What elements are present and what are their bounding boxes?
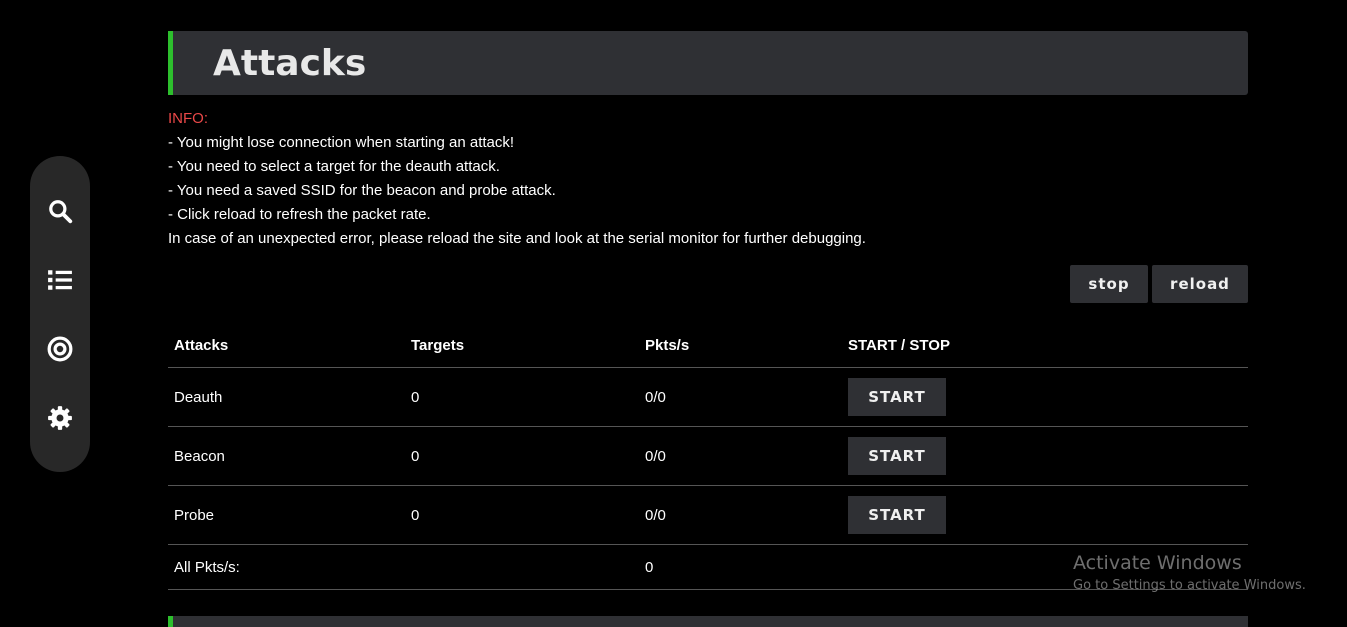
info-section: INFO: - You might lose connection when s… — [168, 107, 1248, 251]
attack-name: Beacon — [168, 426, 405, 486]
attack-name: Deauth — [168, 367, 405, 427]
info-line: - Click reload to refresh the packet rat… — [168, 206, 431, 223]
table-row-beacon: Beacon 0 0/0 START — [168, 426, 1248, 486]
column-header-pkts: Pkts/s — [639, 323, 842, 368]
total-label: All Pkts/s: — [168, 544, 405, 590]
target-icon — [47, 336, 73, 361]
control-buttons: stop reload — [168, 265, 1248, 303]
attack-action-cell: START — [842, 367, 1248, 427]
gear-icon — [48, 405, 72, 430]
attack-action-cell: START — [842, 426, 1248, 486]
watermark-title: Activate Windows — [1073, 552, 1242, 574]
activate-windows-watermark: Activate Windows Go to Settings to activ… — [1073, 552, 1306, 593]
watermark-subtitle: Go to Settings to activate Windows. — [1073, 578, 1306, 593]
attack-action-cell: START — [842, 485, 1248, 545]
sidebar-item-ssids[interactable] — [42, 262, 78, 298]
sidebar-item-attacks[interactable] — [42, 331, 78, 367]
table-header-row: Attacks Targets Pkts/s START / STOP — [168, 323, 1248, 368]
info-line: In case of an unexpected error, please r… — [168, 230, 866, 247]
attack-pkts: 0/0 — [639, 367, 842, 427]
info-line: - You need to select a target for the de… — [168, 158, 500, 175]
deauth-start-button[interactable]: START — [848, 378, 946, 416]
info-title: INFO: — [168, 110, 208, 127]
beacon-start-button[interactable]: START — [848, 437, 946, 475]
attack-pkts: 0/0 — [639, 485, 842, 545]
page-title: Attacks — [213, 42, 367, 84]
attack-targets: 0 — [405, 367, 639, 427]
attack-targets: 0 — [405, 426, 639, 486]
probe-start-button[interactable]: START — [848, 496, 946, 534]
table-row-probe: Probe 0 0/0 START — [168, 485, 1248, 545]
main-content: Attacks INFO: - You might lose connectio… — [168, 31, 1248, 590]
total-empty — [405, 544, 639, 590]
column-header-targets: Targets — [405, 323, 639, 368]
sidebar-item-settings[interactable] — [42, 400, 78, 436]
total-value: 0 — [639, 544, 842, 590]
attack-name: Probe — [168, 485, 405, 545]
sidebar — [30, 156, 90, 472]
reload-button[interactable]: reload — [1152, 265, 1248, 303]
sidebar-item-scan[interactable] — [42, 193, 78, 229]
column-header-start-stop: START / STOP — [842, 323, 1248, 368]
list-icon — [48, 269, 72, 290]
stop-button[interactable]: stop — [1070, 265, 1148, 303]
info-line: - You might lose connection when startin… — [168, 134, 515, 151]
attacks-table: Attacks Targets Pkts/s START / STOP Deau… — [168, 323, 1248, 590]
table-row-deauth: Deauth 0 0/0 START — [168, 367, 1248, 427]
search-icon — [49, 199, 73, 223]
page-header: Attacks — [168, 31, 1248, 95]
info-line: - You need a saved SSID for the beacon a… — [168, 182, 556, 199]
attack-targets: 0 — [405, 485, 639, 545]
next-section-header — [168, 616, 1248, 627]
column-header-attacks: Attacks — [168, 323, 405, 368]
attack-pkts: 0/0 — [639, 426, 842, 486]
